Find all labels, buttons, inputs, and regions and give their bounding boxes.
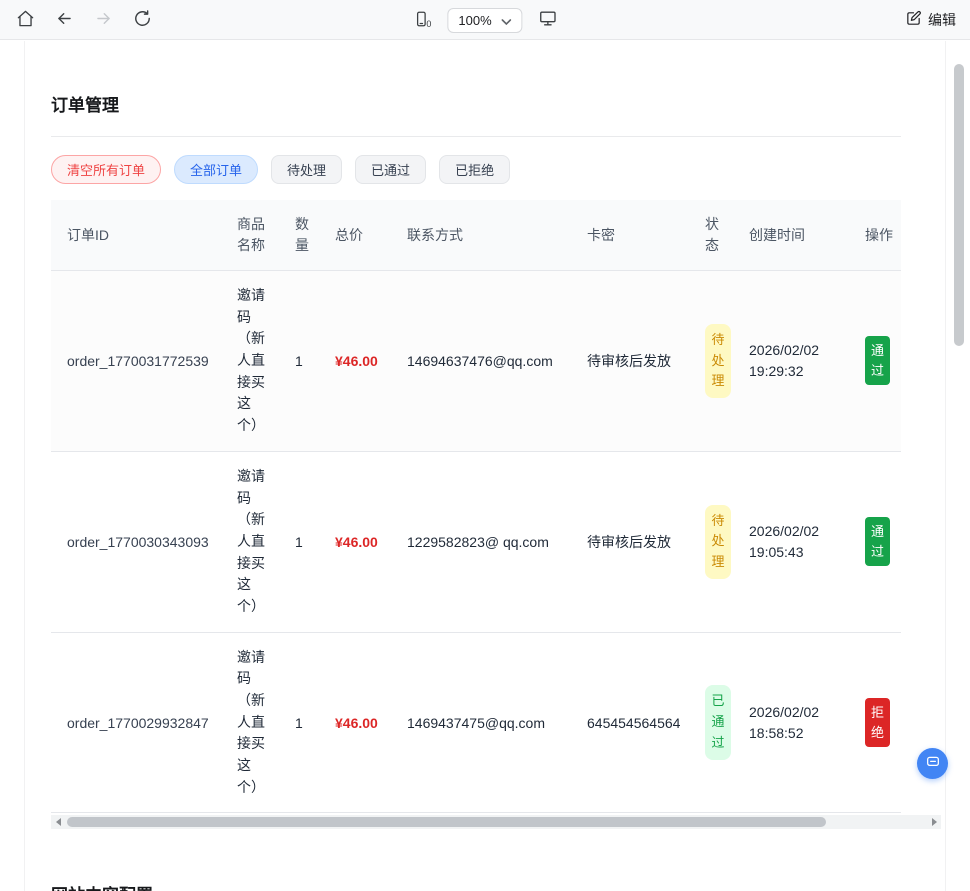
site-config-title: 网站内容配置 [51, 881, 901, 891]
col-order-id: 订单ID [51, 200, 229, 271]
product-name: 邀请码（新人直接买这个） [229, 270, 287, 452]
filter-rejected[interactable]: 已拒绝 [439, 155, 511, 184]
action-cell: 拒绝 [857, 632, 901, 814]
filter-all-orders[interactable]: 全部订单 [174, 155, 259, 184]
refresh-icon [133, 9, 152, 31]
chevron-down-icon [501, 13, 512, 28]
col-status: 状态 [697, 200, 741, 271]
col-card: 卡密 [579, 200, 697, 271]
total-price: ¥46.00 [327, 632, 399, 814]
zoom-select[interactable]: 100% [447, 7, 523, 33]
vertical-scrollbar[interactable] [954, 44, 964, 891]
forward-arrow-icon [94, 9, 113, 31]
table-row: order_1770030343093 邀请码（新人直接买这个） 1 ¥46.0… [51, 451, 901, 633]
reject-button[interactable]: 拒绝 [865, 698, 890, 748]
desktop-preview-button[interactable] [537, 7, 560, 33]
clear-all-orders-button[interactable]: 清空所有订单 [51, 155, 162, 184]
status-cell: 待处理 [697, 451, 741, 633]
orders-table-wrap: 订单ID 商品名称 数量 总价 联系方式 卡密 状态 创建时间 操作 order… [51, 200, 901, 814]
product-name: 邀请码（新人直接买这个） [229, 632, 287, 814]
card-secret: 待审核后发放 [579, 451, 697, 633]
status-badge: 待处理 [705, 504, 731, 579]
col-created: 创建时间 [741, 200, 857, 271]
contact: 14694637476@qq.com [399, 270, 579, 452]
chat-bubble-icon [925, 754, 941, 773]
scroll-right-arrow[interactable] [927, 815, 941, 829]
contact: 1469437475@qq.com [399, 632, 579, 814]
edit-pencil-icon [905, 10, 922, 30]
card-secret: 645454564564 [579, 632, 697, 814]
contact: 1229582823@ qq.com [399, 451, 579, 633]
table-row: order_1770031772539 邀请码（新人直接买这个） 1 ¥46.0… [51, 270, 901, 452]
back-button[interactable] [53, 7, 76, 33]
order-id: order_1770030343093 [51, 451, 229, 633]
col-product: 商品名称 [229, 200, 287, 271]
forward-button[interactable] [92, 7, 115, 33]
order-id: order_1770031772539 [51, 270, 229, 452]
chat-fab-button[interactable] [917, 748, 948, 779]
col-price: 总价 [327, 200, 399, 271]
card-secret: 待审核后发放 [579, 270, 697, 452]
filter-pending[interactable]: 待处理 [271, 155, 343, 184]
device-badge: 0 [426, 19, 432, 29]
action-cell: 通过 [857, 270, 901, 452]
mobile-preview-button[interactable]: 0 [410, 8, 433, 33]
approve-button[interactable]: 通过 [865, 336, 890, 386]
order-id: order_1770029932847 [51, 632, 229, 814]
col-action: 操作 [857, 200, 901, 271]
status-cell: 待处理 [697, 270, 741, 452]
col-quantity: 数量 [287, 200, 327, 271]
horizontal-scrollbar[interactable] [51, 815, 941, 830]
quantity: 1 [287, 632, 327, 814]
vertical-scrollbar-thumb[interactable] [954, 64, 964, 346]
desktop-preview-icon [539, 9, 558, 31]
action-cell: 通过 [857, 451, 901, 633]
preview-controls: 0 100% [410, 0, 559, 40]
refresh-button[interactable] [131, 7, 154, 33]
orders-title: 订单管理 [51, 91, 901, 137]
created-time: 2026/02/02 18:58:52 [741, 632, 857, 814]
edit-button[interactable]: 编辑 [905, 10, 956, 30]
table-row: order_1770029932847 邀请码（新人直接买这个） 1 ¥46.0… [51, 632, 901, 814]
created-time: 2026/02/02 19:05:43 [741, 451, 857, 633]
product-name: 邀请码（新人直接买这个） [229, 451, 287, 633]
scrollbar-track[interactable] [65, 815, 927, 829]
quantity: 1 [287, 451, 327, 633]
orders-table: 订单ID 商品名称 数量 总价 联系方式 卡密 状态 创建时间 操作 order… [51, 200, 901, 814]
filter-approved[interactable]: 已通过 [355, 155, 427, 184]
status-badge: 已通过 [705, 685, 731, 760]
quantity: 1 [287, 270, 327, 452]
created-time: 2026/02/02 19:29:32 [741, 270, 857, 452]
order-filters: 清空所有订单 全部订单 待处理 已通过 已拒绝 [51, 155, 939, 184]
preview-panel: 订单管理 清空所有订单 全部订单 待处理 已通过 已拒绝 订单ID 商品名称 数… [24, 41, 946, 891]
browser-toolbar: 0 100% 编辑 [0, 0, 970, 40]
home-icon [16, 9, 35, 31]
back-arrow-icon [55, 9, 74, 31]
total-price: ¥46.00 [327, 451, 399, 633]
col-contact: 联系方式 [399, 200, 579, 271]
status-cell: 已通过 [697, 632, 741, 814]
scroll-left-arrow[interactable] [51, 815, 65, 829]
edit-label: 编辑 [928, 11, 956, 28]
zoom-value: 100% [458, 12, 492, 28]
approve-button[interactable]: 通过 [865, 517, 890, 567]
table-header-row: 订单ID 商品名称 数量 总价 联系方式 卡密 状态 创建时间 操作 [51, 200, 901, 271]
home-button[interactable] [14, 7, 37, 33]
status-badge: 待处理 [705, 323, 731, 399]
scrollbar-thumb[interactable] [67, 817, 826, 828]
total-price: ¥46.00 [327, 270, 399, 452]
